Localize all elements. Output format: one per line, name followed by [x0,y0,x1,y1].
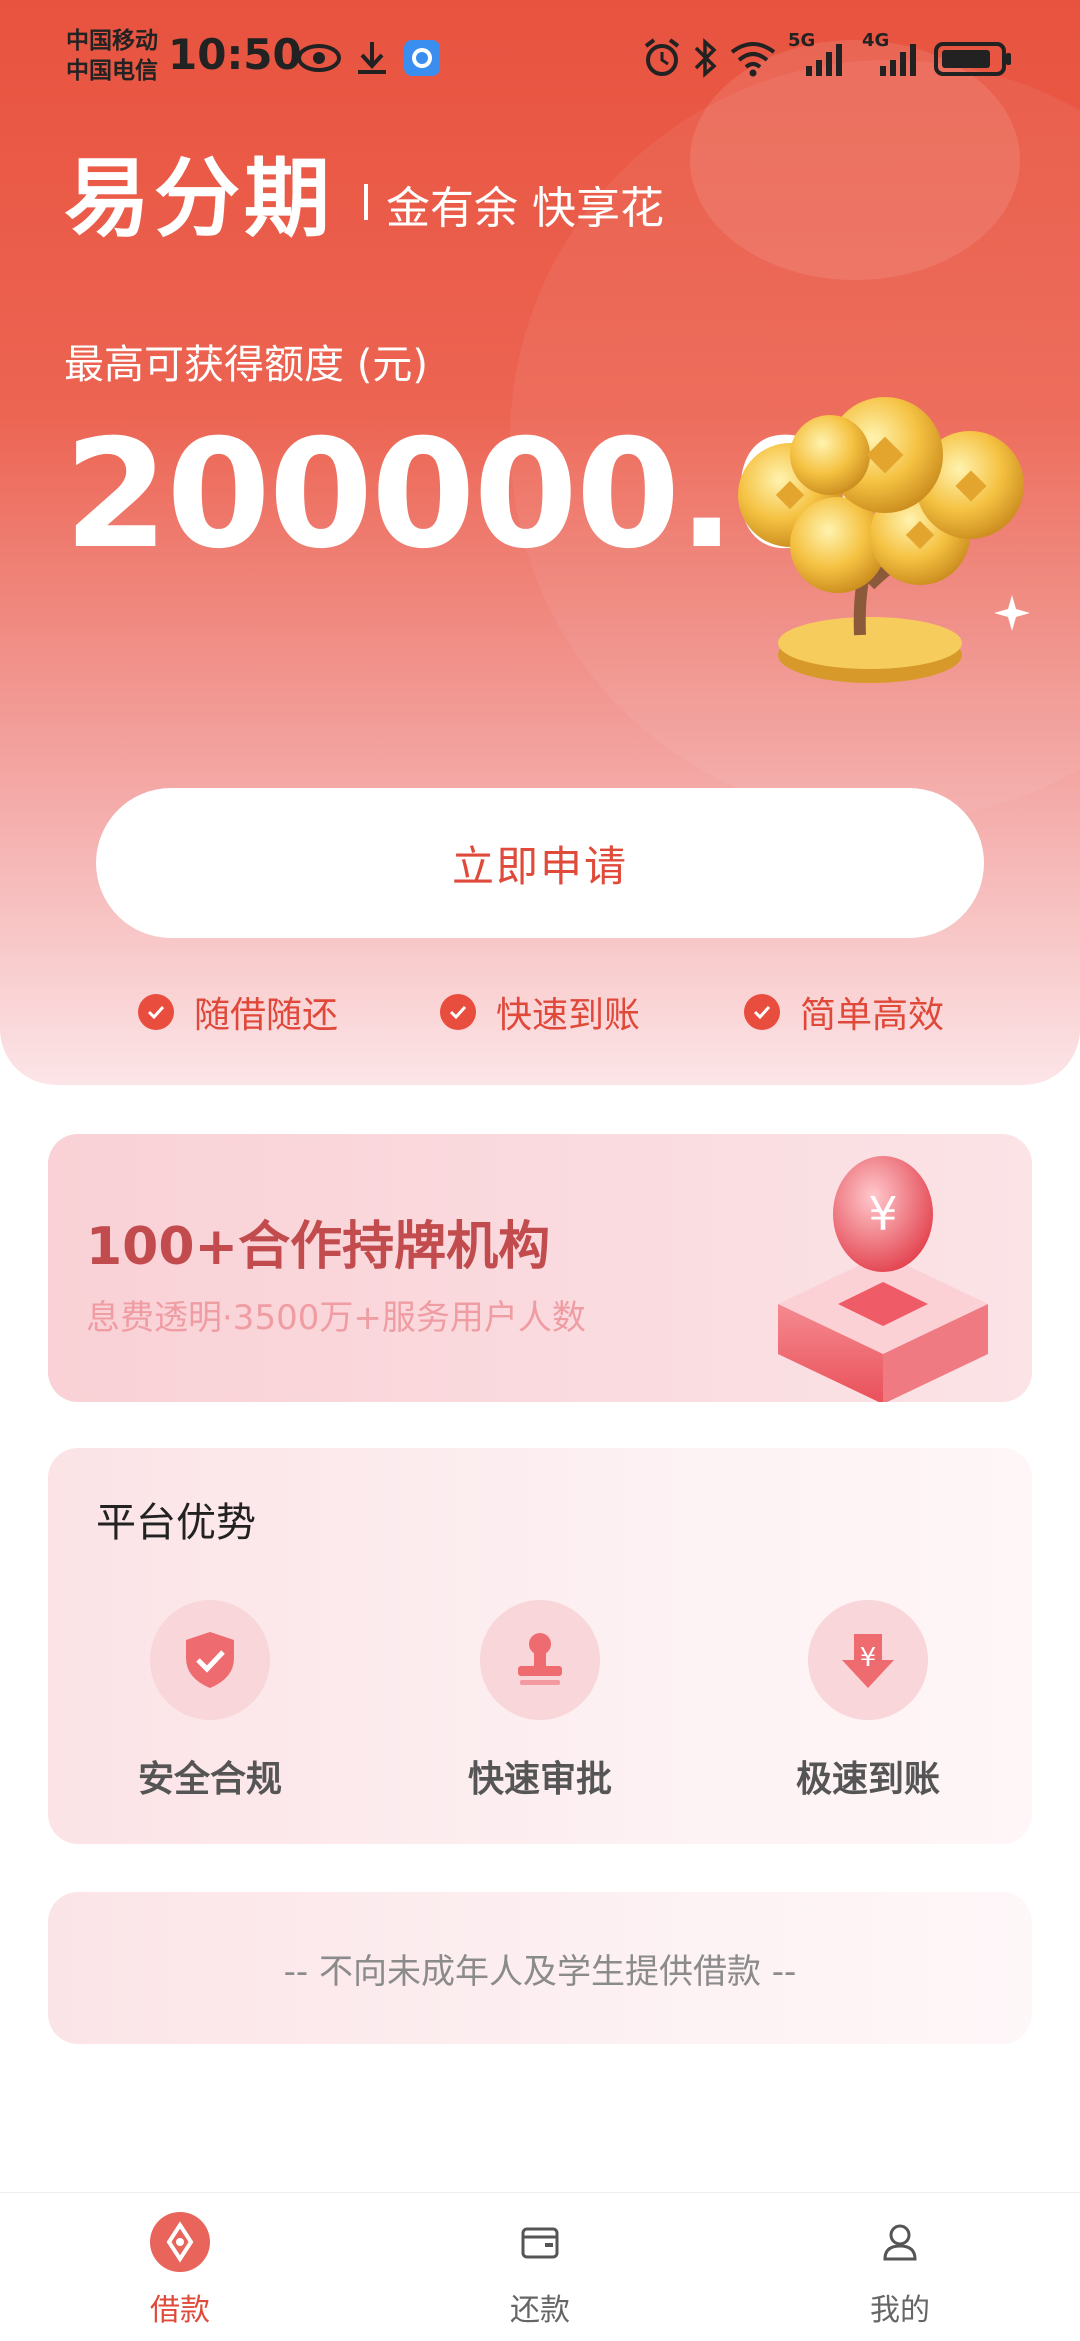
signal-bars-icon [806,44,842,76]
app-title: 易分期 [64,149,334,249]
eye-icon [297,44,341,72]
borrow-icon [150,2212,210,2272]
advantages-title: 平台优势 [96,1500,256,1546]
app-notification-icon [404,40,440,76]
advantage-label: 极速到账 [795,1759,940,1800]
money-tree-illustration [738,397,1030,683]
feature-label: 快速到账 [496,995,641,1036]
carrier-labels: 中国移动 中国电信 [66,26,158,86]
signal-5g-icon: 5G [788,30,848,80]
feature-simple-efficient: 简单高效 [744,986,944,1038]
svg-text:¥: ¥ [860,1643,877,1673]
check-icon [440,994,476,1030]
svg-text:¥: ¥ [868,1187,897,1241]
feature-flexible-repay: 随借随还 [138,986,338,1038]
tab-label: 还款 [510,2293,570,2328]
apply-now-button[interactable]: 立即申请 [96,788,984,938]
check-icon [138,994,174,1030]
download-icon [358,42,386,74]
check-icon [744,994,780,1030]
tab-borrow[interactable]: 借款 [80,2211,280,2329]
credit-limit-label: 最高可获得额度 (元) [64,342,428,388]
user-icon [883,2224,917,2261]
advantage-label: 安全合规 [137,1759,282,1800]
advantage-fast-arrival: ¥ 极速到账 [768,1600,968,1802]
status-time: 10:50 [168,30,302,79]
tab-mine[interactable]: 我的 [800,2211,1000,2329]
tab-label: 借款 [150,2293,210,2328]
battery-icon [934,42,1011,76]
wallet-icon [521,2227,559,2259]
advantage-label: 快速审批 [467,1759,612,1800]
feature-fast-arrival: 快速到账 [440,986,640,1038]
bottom-tab-bar: 借款 还款 我的 [0,2192,1080,2341]
advantage-fast-approval: 快速审批 [440,1600,640,1802]
wifi-icon [730,42,776,77]
feature-label: 简单高效 [800,995,945,1036]
status-bar: 中国移动 中国电信 10:50 5G 4G [0,0,1080,120]
alarm-icon [644,38,680,76]
signal-4g-icon: 4G [862,30,922,80]
partner-banner[interactable]: 100+合作持牌机构 息费透明·3500万+服务用户人数 ¥ [48,1134,1032,1402]
coin-platform-illustration: ¥ [778,1156,988,1402]
yen-arrow-down-icon: ¥ [808,1600,928,1720]
banner-subtitle: 息费透明·3500万+服务用户人数 [86,1298,586,1338]
tab-label: 我的 [870,2293,930,2328]
tab-repay[interactable]: 还款 [440,2211,640,2329]
carrier-2: 中国电信 [66,58,158,84]
platform-advantages-card: 平台优势 安全合规 快速审批 ¥ 极速到账 [48,1448,1032,1844]
title-divider [364,184,368,220]
feature-label: 随借随还 [194,995,339,1036]
hero-section: 中国移动 中国电信 10:50 5G 4G 易分期 金有余 快享花 最高可获得额… [0,0,1080,1085]
bluetooth-icon [694,38,717,78]
shield-check-icon [150,1600,270,1720]
advantage-safe-compliant: 安全合规 [110,1600,310,1802]
signal-bars-icon [880,44,916,76]
carrier-1: 中国移动 [66,28,158,54]
app-slogan: 金有余 快享花 [386,183,664,234]
banner-title: 100+合作持牌机构 [86,1217,551,1277]
stamp-icon [480,1600,600,1720]
minor-student-notice: -- 不向未成年人及学生提供借款 -- [48,1892,1032,2044]
